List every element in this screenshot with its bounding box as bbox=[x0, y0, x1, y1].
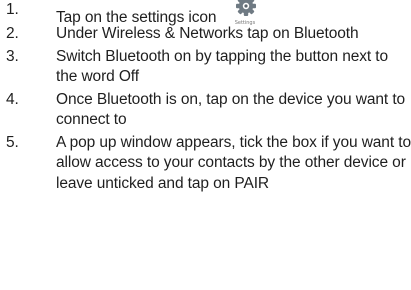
step-number: 3. bbox=[6, 47, 19, 65]
step-5: 5. A pop up window appears, tick the box… bbox=[0, 133, 411, 195]
step-number: 1. bbox=[6, 1, 19, 18]
step-text: A pop up window appears, tick the box if… bbox=[56, 133, 411, 192]
step-text: Once Bluetooth is on, tap on the device … bbox=[56, 90, 406, 129]
step-text: Switch Bluetooth on by tapping the butto… bbox=[56, 47, 389, 86]
step-3: 3. Switch Bluetooth on by tapping the bu… bbox=[0, 47, 411, 88]
step-1: 1. Tap on the settings icon Settings bbox=[0, 0, 411, 26]
step-2: 2. Under Wireless & Networks tap on Blue… bbox=[0, 24, 411, 45]
step-4: 4. Once Bluetooth is on, tap on the devi… bbox=[0, 90, 411, 131]
step-number: 5. bbox=[6, 133, 19, 151]
instruction-list: 1. Tap on the settings icon Settings 2. … bbox=[0, 0, 411, 194]
step-number: 4. bbox=[6, 90, 19, 108]
step-number: 2. bbox=[6, 25, 19, 42]
step-text: Under Wireless & Networks tap on Bluetoo… bbox=[56, 25, 359, 42]
